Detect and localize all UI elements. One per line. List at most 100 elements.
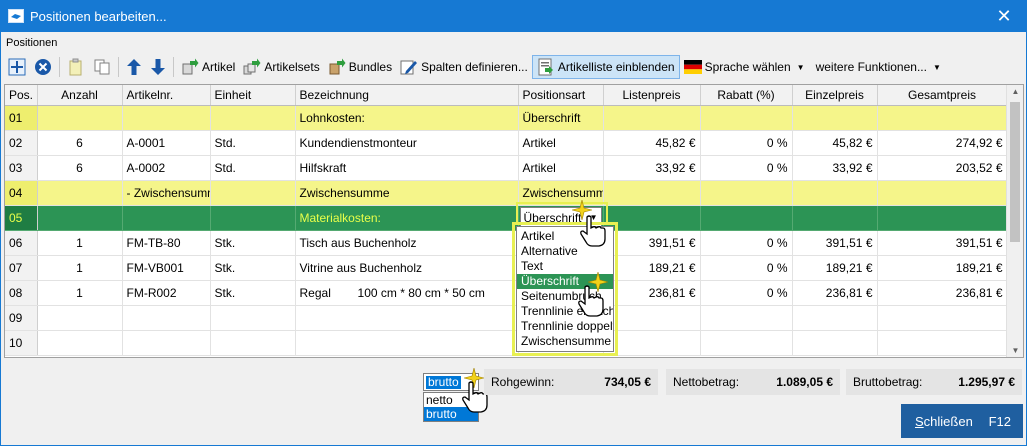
dropdown-option-text[interactable]: Text — [517, 259, 613, 274]
bundles-button[interactable]: Bundles — [324, 55, 396, 79]
cell-listenpreis[interactable] — [603, 305, 701, 331]
cell-rabatt[interactable]: 0 % — [700, 280, 793, 306]
copy-button[interactable] — [89, 55, 115, 79]
dropdown-option-artikel[interactable]: Artikel — [517, 229, 613, 244]
cell-positionsart[interactable]: Artikel — [518, 130, 604, 156]
cell-listenpreis[interactable] — [603, 205, 701, 231]
scroll-up-arrow-icon[interactable]: ▲ — [1007, 87, 1023, 96]
cell-positionsart[interactable]: Zwischensumme — [518, 180, 604, 206]
dropdown-option-ueberschrift[interactable]: Überschrift — [517, 274, 613, 289]
cell-einzelpreis[interactable]: 33,92 € — [792, 155, 878, 181]
cell-anzahl[interactable]: 6 — [37, 155, 123, 181]
cell-listenpreis[interactable] — [603, 105, 701, 131]
cell-anzahl[interactable] — [37, 330, 123, 356]
cell-listenpreis[interactable] — [603, 180, 701, 206]
cell-anzahl[interactable] — [37, 105, 123, 131]
cell-anzahl[interactable]: 1 — [37, 255, 123, 281]
cell-einheit[interactable] — [210, 305, 296, 331]
cell-gesamtpreis[interactable] — [877, 105, 1008, 131]
cell-gesamtpreis[interactable] — [877, 205, 1008, 231]
cell-gesamtpreis[interactable] — [877, 305, 1008, 331]
cell-listenpreis[interactable]: 391,51 € — [603, 230, 701, 256]
cell-einheit[interactable] — [210, 180, 296, 206]
mode-option-brutto[interactable]: brutto — [424, 407, 478, 421]
cell-rabatt[interactable] — [700, 180, 793, 206]
cell-bezeichnung[interactable]: Kundendienstmonteur — [295, 130, 519, 156]
cell-einzelpreis[interactable]: 391,51 € — [792, 230, 878, 256]
cell-bezeichnung[interactable]: Tisch aus Buchenholz — [295, 230, 519, 256]
cell-listenpreis[interactable]: 33,92 € — [603, 155, 701, 181]
cell-artikelnr[interactable]: FM-VB001 — [122, 255, 211, 281]
cell-listenpreis[interactable]: 45,82 € — [603, 130, 701, 156]
cell-einheit[interactable]: Stk. — [210, 230, 296, 256]
cell-einheit[interactable]: Stk. — [210, 255, 296, 281]
dropdown-option-seitenumbruch[interactable]: Seitenumbruch — [517, 289, 613, 304]
cell-rabatt[interactable] — [700, 330, 793, 356]
column-header-listenpreis[interactable]: Listenpreis — [603, 85, 701, 106]
artikelliste-einblenden-button[interactable]: Artikelliste einblenden — [531, 55, 680, 79]
cell-einheit[interactable]: Std. — [210, 130, 296, 156]
add-position-button[interactable] — [4, 55, 30, 79]
cell-einheit[interactable]: Stk. — [210, 280, 296, 306]
cell-anzahl[interactable]: 1 — [37, 280, 123, 306]
cell-rabatt[interactable] — [700, 205, 793, 231]
cell-einheit[interactable] — [210, 205, 296, 231]
cell-artikelnr[interactable] — [122, 330, 211, 356]
cell-artikelnr[interactable] — [122, 305, 211, 331]
column-header-rabatt[interactable]: Rabatt (%) — [700, 85, 793, 106]
table-row[interactable]: 04 - Zwischensumm... Zwischensumme Zwisc… — [5, 180, 1008, 206]
scrollbar-thumb[interactable] — [1010, 102, 1020, 242]
cell-rabatt[interactable]: 0 % — [700, 155, 793, 181]
cell-artikelnr[interactable]: FM-TB-80 — [122, 230, 211, 256]
artikelsets-button[interactable]: Artikelsets — [239, 55, 323, 79]
column-header-anzahl[interactable]: Anzahl — [37, 85, 123, 106]
cell-einzelpreis[interactable] — [792, 305, 878, 331]
column-header-einheit[interactable]: Einheit — [210, 85, 296, 106]
cell-gesamtpreis[interactable]: 189,21 € — [877, 255, 1008, 281]
cell-bezeichnung[interactable]: Materialkosten: — [295, 205, 519, 231]
cell-rabatt[interactable]: 0 % — [700, 230, 793, 256]
table-row[interactable]: 01 Lohnkosten: Überschrift — [5, 105, 1008, 131]
table-row[interactable]: 03 6 A-0002 Std. Hilfskraft Artikel 33,9… — [5, 155, 1008, 181]
table-row[interactable]: 02 6 A-0001 Std. Kundendienstmonteur Art… — [5, 130, 1008, 156]
cell-artikelnr[interactable]: A-0002 — [122, 155, 211, 181]
cell-listenpreis[interactable]: 236,81 € — [603, 280, 701, 306]
cell-einheit[interactable]: Std. — [210, 155, 296, 181]
table-row[interactable]: 07 1 FM-VB001 Stk. Vitrine aus Buchenhol… — [5, 255, 1008, 281]
artikel-button[interactable]: Artikel — [177, 55, 239, 79]
cell-einzelpreis[interactable] — [792, 180, 878, 206]
cell-einheit[interactable] — [210, 105, 296, 131]
mode-option-netto[interactable]: netto — [424, 393, 478, 407]
cell-rabatt[interactable]: 0 % — [700, 130, 793, 156]
cell-einzelpreis[interactable]: 189,21 € — [792, 255, 878, 281]
move-up-button[interactable] — [122, 55, 146, 79]
cell-artikelnr[interactable] — [122, 105, 211, 131]
cell-einzelpreis[interactable] — [792, 105, 878, 131]
weitere-funktionen-button[interactable]: weitere Funktionen... ▼ — [809, 55, 945, 79]
cell-gesamtpreis[interactable]: 274,92 € — [877, 130, 1008, 156]
chevron-down-icon[interactable]: ▼ — [590, 213, 598, 222]
spalten-definieren-button[interactable]: Spalten definieren... — [396, 55, 532, 79]
cell-anzahl[interactable]: 6 — [37, 130, 123, 156]
cell-einzelpreis[interactable] — [792, 205, 878, 231]
cell-rabatt[interactable]: 0 % — [700, 255, 793, 281]
cell-gesamtpreis[interactable]: 391,51 € — [877, 230, 1008, 256]
cell-anzahl[interactable] — [37, 180, 123, 206]
cell-gesamtpreis[interactable] — [877, 330, 1008, 356]
table-row[interactable]: 08 1 FM-R002 Stk. Regal 100 cm * 80 cm *… — [5, 280, 1008, 306]
table-row[interactable]: 10 — [5, 330, 1008, 356]
cell-rabatt[interactable] — [700, 305, 793, 331]
cell-bezeichnung[interactable]: Zwischensumme — [295, 180, 519, 206]
schliessen-button[interactable]: Schließen F12 — [901, 404, 1023, 438]
cell-rabatt[interactable] — [700, 105, 793, 131]
cell-anzahl[interactable] — [37, 305, 123, 331]
cell-artikelnr[interactable]: FM-R002 — [122, 280, 211, 306]
cell-einzelpreis[interactable]: 45,82 € — [792, 130, 878, 156]
dropdown-option-trennlinie-einfach[interactable]: Trennlinie einfach — [517, 304, 613, 319]
cell-anzahl[interactable] — [37, 205, 123, 231]
dropdown-option-trennlinie-doppelt[interactable]: Trennlinie doppelt — [517, 319, 613, 334]
cell-listenpreis[interactable] — [603, 330, 701, 356]
cell-bezeichnung[interactable] — [295, 330, 519, 356]
cell-artikelnr[interactable]: A-0001 — [122, 130, 211, 156]
column-header-positionsart[interactable]: Positionsart — [518, 85, 604, 106]
